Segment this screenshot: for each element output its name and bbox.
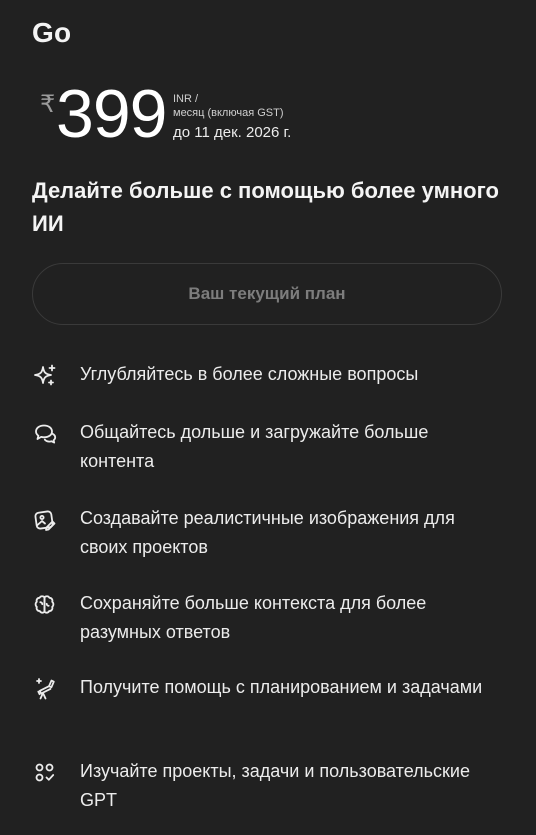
brain-icon (32, 592, 58, 618)
telescope-icon (32, 676, 58, 702)
plan-tagline: Делайте больше с помощью более умного ИИ (32, 178, 499, 236)
feature-text: Сохраняйте больше контекста для более ра… (80, 593, 427, 642)
feature-text: Создавайте реалистичные изображения для … (80, 508, 455, 557)
feature-item: Общайтесь дольше и загружайте больше кон… (32, 418, 512, 476)
feature-text: Изучайте проекты, задачи и пользовательс… (80, 761, 470, 810)
price-unit: INR / (173, 93, 199, 105)
currency-symbol: ₹ (40, 90, 56, 118)
feature-text: Общайтесь дольше и загружайте больше кон… (80, 422, 429, 471)
price-period: месяц (включая GST) (173, 107, 284, 119)
price-valid-until: до 11 дек. 2026 г. (173, 124, 292, 141)
sparkle-icon (32, 363, 58, 389)
feature-text: Углубляйтесь в более сложные вопросы (80, 364, 419, 384)
feature-item: Сохраняйте больше контекста для более ра… (32, 589, 512, 647)
feature-text: Получите помощь с планированием и задача… (80, 677, 483, 697)
plan-title: Go (32, 17, 72, 48)
feature-item: Получите помощь с планированием и задача… (32, 673, 512, 702)
price-meta: INR / месяц (включая GST) до 11 дек. 202… (173, 92, 373, 143)
apps-check-icon (32, 760, 58, 786)
feature-item: Изучайте проекты, задачи и пользовательс… (32, 757, 512, 815)
chat-bubbles-icon (32, 421, 58, 447)
image-edit-icon (32, 507, 58, 533)
current-plan-button[interactable]: Ваш текущий план (32, 263, 502, 325)
feature-item: Создавайте реалистичные изображения для … (32, 504, 512, 562)
feature-item: Углубляйтесь в более сложные вопросы (32, 360, 512, 389)
price-amount: 399 (56, 76, 167, 152)
